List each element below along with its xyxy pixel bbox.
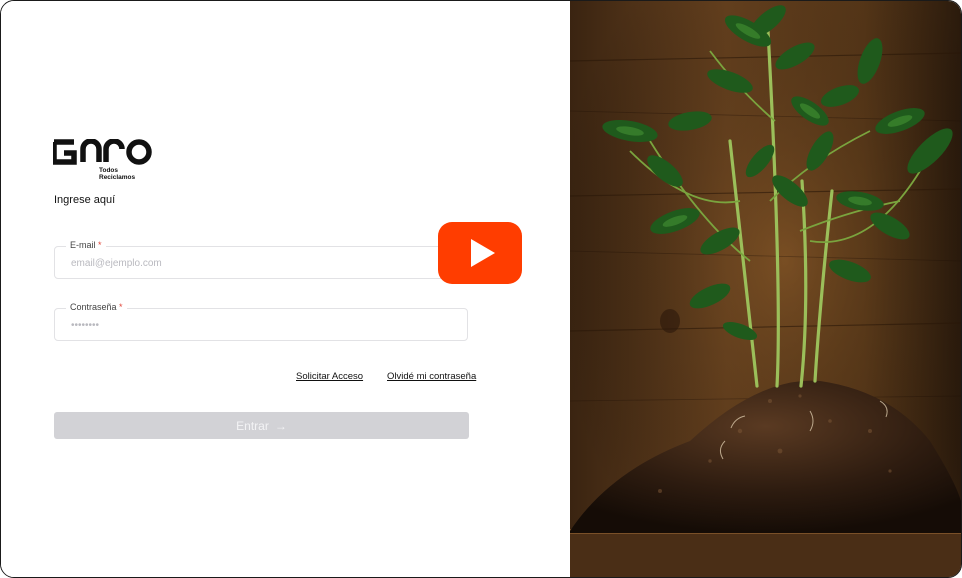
password-input[interactable] (69, 309, 453, 342)
plant-in-soil-image (570, 1, 961, 577)
forgot-password-link[interactable]: Olvidé mi contraseña (387, 371, 476, 382)
request-access-link[interactable]: Solicitar Acceso (296, 371, 363, 382)
email-input[interactable] (69, 247, 453, 280)
giro-logo: Todos Reciclamos (53, 139, 152, 181)
hero-image (570, 1, 961, 577)
logo-tagline-2: Reciclamos (99, 174, 136, 181)
submit-button[interactable]: Entrar → (54, 412, 469, 439)
password-field[interactable]: Contraseña * (54, 302, 468, 342)
youtube-play-icon[interactable] (438, 222, 522, 284)
submit-label: Entrar (236, 418, 269, 433)
email-field[interactable]: E-mail * (54, 240, 468, 280)
app-window: Todos Reciclamos Ingrese aquí E-mail * C… (0, 0, 962, 578)
login-panel: Todos Reciclamos Ingrese aquí E-mail * C… (1, 1, 570, 577)
form-heading: Ingrese aquí (54, 194, 116, 206)
logo-tagline-1: Todos (99, 167, 118, 174)
arrow-right-icon: → (274, 418, 287, 433)
